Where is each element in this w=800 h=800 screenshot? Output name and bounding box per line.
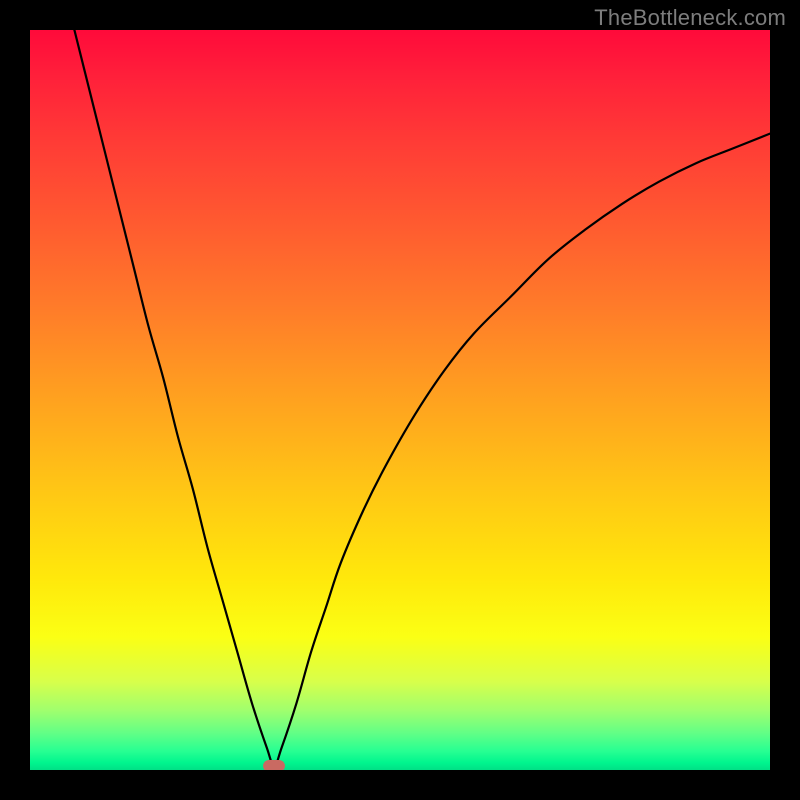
- bottleneck-curve: [74, 30, 770, 766]
- curve-svg: [30, 30, 770, 770]
- plot-area: [30, 30, 770, 770]
- chart-frame: TheBottleneck.com: [0, 0, 800, 800]
- optimal-marker: [263, 760, 285, 770]
- watermark-text: TheBottleneck.com: [594, 5, 786, 31]
